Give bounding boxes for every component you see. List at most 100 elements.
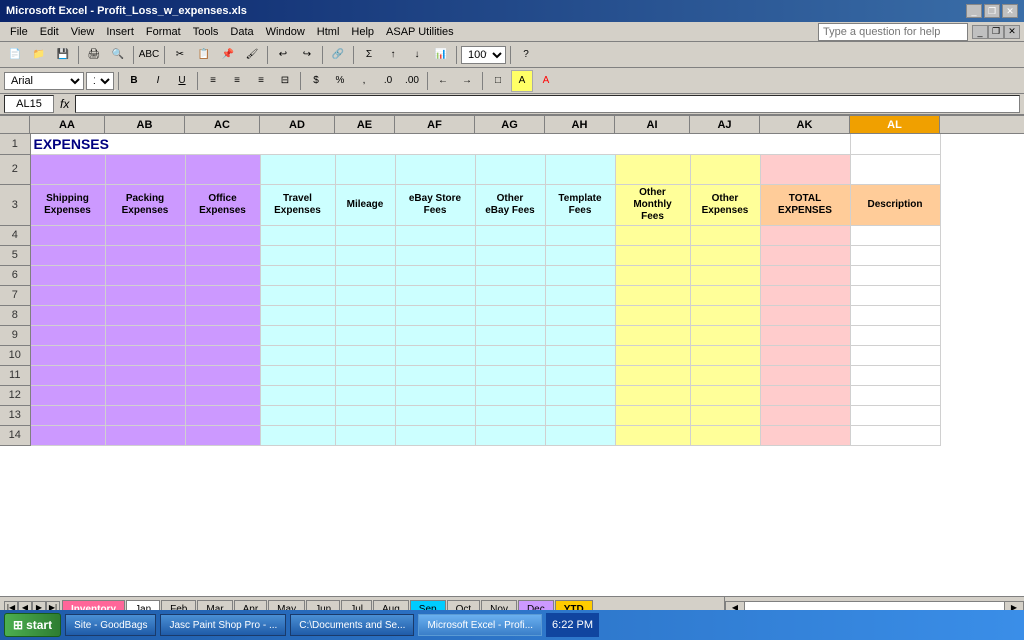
sort-asc-button[interactable]: ↑ (382, 44, 404, 66)
grid-body[interactable]: 1 EXPENSES 2 (0, 134, 1024, 596)
cell-ah13[interactable] (545, 405, 615, 425)
cell-ad13[interactable] (260, 405, 335, 425)
undo-button[interactable]: ↩ (272, 44, 294, 66)
col-header-al[interactable]: AL (850, 116, 940, 133)
cell-ag7[interactable] (475, 285, 545, 305)
cell-aj13[interactable] (690, 405, 760, 425)
cell-ag2[interactable] (475, 154, 545, 184)
cell-ad5[interactable] (260, 245, 335, 265)
cell-ab11[interactable] (105, 365, 185, 385)
cell-af2[interactable] (395, 154, 475, 184)
cell-ag6[interactable] (475, 265, 545, 285)
header-ebay-store[interactable]: eBay StoreFees (395, 184, 475, 225)
col-header-ag[interactable]: AG (475, 116, 545, 133)
underline-button[interactable]: U (171, 70, 193, 92)
cut-button[interactable]: ✂ (169, 44, 191, 66)
cell-aa14[interactable] (30, 425, 105, 445)
cell-al7[interactable] (850, 285, 940, 305)
cell-af11[interactable] (395, 365, 475, 385)
cell-ak2[interactable] (760, 154, 850, 184)
cell-al8[interactable] (850, 305, 940, 325)
font-name-dropdown[interactable]: Arial Times New Roman Calibri (4, 72, 84, 90)
increase-indent-button[interactable]: → (456, 70, 478, 92)
preview-button[interactable]: 🔍 (107, 44, 129, 66)
cell-al11[interactable] (850, 365, 940, 385)
col-header-aa[interactable]: AA (30, 116, 105, 133)
cell-af12[interactable] (395, 385, 475, 405)
app-minimize-button[interactable]: _ (972, 25, 988, 39)
cell-aa2[interactable] (30, 154, 105, 184)
col-header-ai[interactable]: AI (615, 116, 690, 133)
cell-aa5[interactable] (30, 245, 105, 265)
cell-aj10[interactable] (690, 345, 760, 365)
cell-ac11[interactable] (185, 365, 260, 385)
header-mileage[interactable]: Mileage (335, 184, 395, 225)
cell-ah8[interactable] (545, 305, 615, 325)
cell-al2[interactable] (850, 154, 940, 184)
cell-ai8[interactable] (615, 305, 690, 325)
cell-aa9[interactable] (30, 325, 105, 345)
print-button[interactable]: 🖨 (83, 44, 105, 66)
header-packing[interactable]: PackingExpenses (105, 184, 185, 225)
cell-af14[interactable] (395, 425, 475, 445)
cell-aj5[interactable] (690, 245, 760, 265)
redo-button[interactable]: ↪ (296, 44, 318, 66)
cell-ak14[interactable] (760, 425, 850, 445)
cell-al12[interactable] (850, 385, 940, 405)
cell-ai5[interactable] (615, 245, 690, 265)
cell-ak7[interactable] (760, 285, 850, 305)
cell-ae6[interactable] (335, 265, 395, 285)
align-left-button[interactable]: ≡ (202, 70, 224, 92)
currency-button[interactable]: $ (305, 70, 327, 92)
copy-button[interactable]: 📋 (193, 44, 215, 66)
bold-button[interactable]: B (123, 70, 145, 92)
cell-aj14[interactable] (690, 425, 760, 445)
cell-ac10[interactable] (185, 345, 260, 365)
paste-button[interactable]: 📌 (217, 44, 239, 66)
cell-ad9[interactable] (260, 325, 335, 345)
cell-aj12[interactable] (690, 385, 760, 405)
cell-ah4[interactable] (545, 225, 615, 245)
cell-ag5[interactable] (475, 245, 545, 265)
cell-ag9[interactable] (475, 325, 545, 345)
menu-file[interactable]: File (4, 25, 34, 39)
cell-ae9[interactable] (335, 325, 395, 345)
cell-ad12[interactable] (260, 385, 335, 405)
cell-aj6[interactable] (690, 265, 760, 285)
app-close-button[interactable]: ✕ (1004, 25, 1020, 39)
taskbar-item-jasc[interactable]: Jasc Paint Shop Pro - ... (160, 614, 286, 636)
cell-aa8[interactable] (30, 305, 105, 325)
decrease-indent-button[interactable]: ← (432, 70, 454, 92)
cell-aj9[interactable] (690, 325, 760, 345)
taskbar-item-excel[interactable]: Microsoft Excel - Profi... (418, 614, 542, 636)
cell-ak8[interactable] (760, 305, 850, 325)
cell-aa13[interactable] (30, 405, 105, 425)
cell-ae11[interactable] (335, 365, 395, 385)
taskbar-item-docs[interactable]: C:\Documents and Se... (290, 614, 414, 636)
cell-ae13[interactable] (335, 405, 395, 425)
save-button[interactable]: 💾 (52, 44, 74, 66)
comma-button[interactable]: , (353, 70, 375, 92)
cell-ae14[interactable] (335, 425, 395, 445)
cell-al9[interactable] (850, 325, 940, 345)
cell-ae7[interactable] (335, 285, 395, 305)
cell-ag14[interactable] (475, 425, 545, 445)
menu-data[interactable]: Data (224, 25, 259, 39)
cell-aa12[interactable] (30, 385, 105, 405)
menu-edit[interactable]: Edit (34, 25, 65, 39)
cell-aa10[interactable] (30, 345, 105, 365)
cell-ai4[interactable] (615, 225, 690, 245)
cell-al5[interactable] (850, 245, 940, 265)
col-header-aj[interactable]: AJ (690, 116, 760, 133)
cell-al13[interactable] (850, 405, 940, 425)
cell-ae2[interactable] (335, 154, 395, 184)
menu-format[interactable]: Format (140, 25, 187, 39)
cell-aj4[interactable] (690, 225, 760, 245)
header-other-monthly[interactable]: OtherMonthlyFees (615, 184, 690, 225)
cell-ai7[interactable] (615, 285, 690, 305)
new-button[interactable]: 📄 (4, 44, 26, 66)
cell-ac14[interactable] (185, 425, 260, 445)
cell-ad11[interactable] (260, 365, 335, 385)
zoom-dropdown[interactable]: 100% 75% 50% (461, 46, 506, 64)
menu-asap[interactable]: ASAP Utilities (380, 25, 460, 39)
